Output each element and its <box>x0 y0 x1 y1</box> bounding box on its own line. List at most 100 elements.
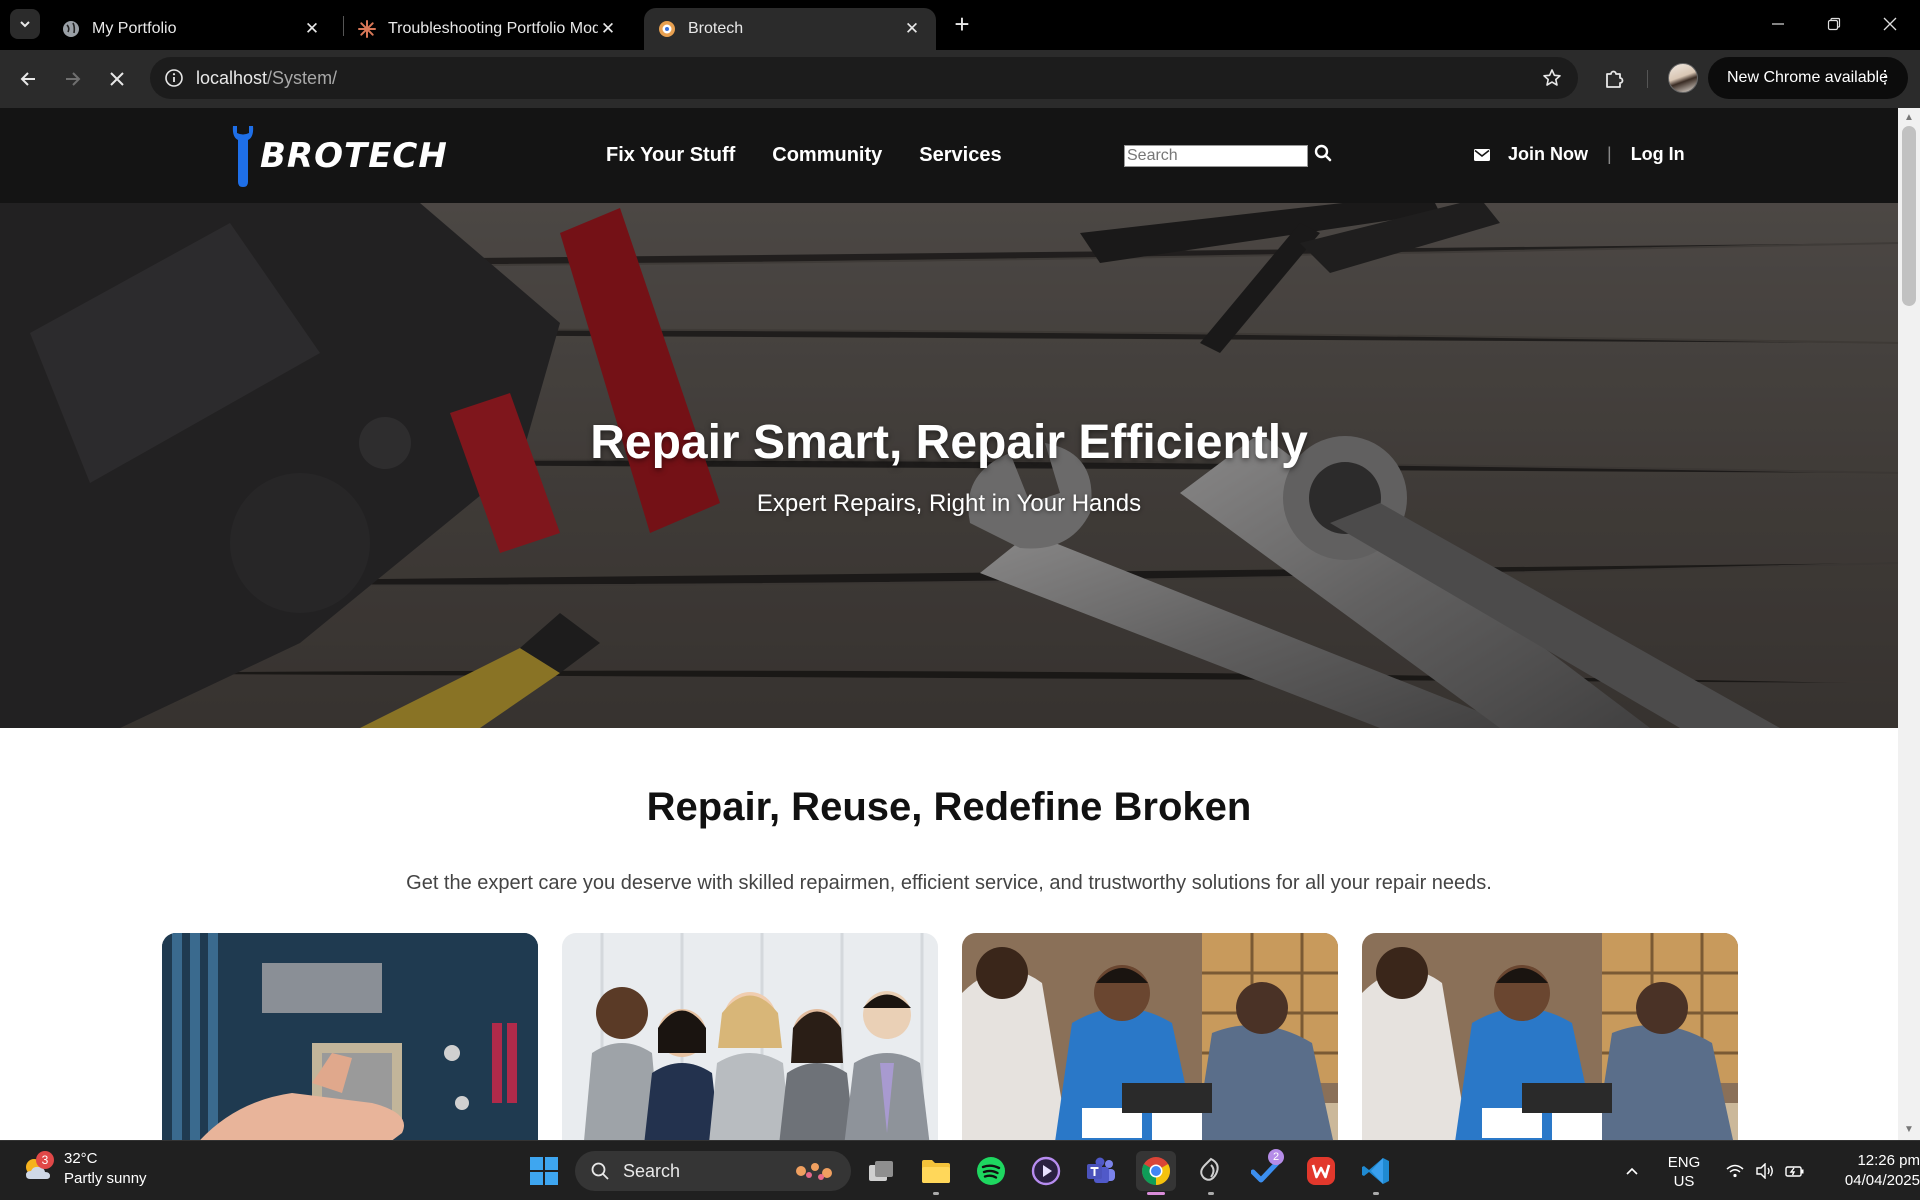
brotech-logo[interactable]: BROTECH <box>230 122 448 190</box>
back-button[interactable] <box>12 63 44 95</box>
forward-button[interactable] <box>57 63 89 95</box>
taskbar-search-label: Search <box>623 1160 681 1181</box>
wrench-logo-icon <box>232 126 254 187</box>
stop-loading-button[interactable] <box>101 63 133 95</box>
arrow-right-icon <box>66 72 81 86</box>
spotify-icon <box>977 1157 1005 1185</box>
task-view-button[interactable] <box>861 1151 901 1191</box>
file-explorer-button[interactable] <box>916 1151 956 1195</box>
more-vertical-icon: ⋮ <box>1876 67 1894 87</box>
technicians-workbench-photo <box>1362 933 1738 1140</box>
url-host: localhost <box>196 68 268 88</box>
minimize-button[interactable] <box>1756 6 1800 42</box>
weather-widget[interactable]: 3 32°C Partly sunny <box>22 1149 147 1189</box>
url-text: localhost/System/ <box>196 68 337 89</box>
join-now-link[interactable]: Join Now <box>1508 144 1588 165</box>
claude-sparkle-icon <box>358 20 376 38</box>
extensions-button[interactable] <box>1598 63 1630 95</box>
page-viewport: BROTECH Fix Your Stuff Community Service… <box>0 108 1920 1140</box>
hero-banner: Repair Smart, Repair Efficiently Expert … <box>0 203 1898 728</box>
taskbar-search[interactable]: Search <box>575 1151 851 1191</box>
minimize-icon <box>1772 23 1784 25</box>
restore-icon <box>1827 17 1841 31</box>
scroll-down-icon[interactable]: ▼ <box>1903 1124 1915 1136</box>
running-indicator <box>1373 1192 1379 1195</box>
card-technicians[interactable] <box>962 933 1338 1140</box>
vscode-icon <box>1362 1158 1389 1184</box>
search-icon[interactable] <box>1313 143 1333 163</box>
close-tab-icon[interactable]: ✕ <box>598 19 618 39</box>
windows-taskbar: 3 32°C Partly sunny Search 2 ENG US 12:2… <box>0 1140 1920 1200</box>
card-motherboard-repair[interactable] <box>162 933 538 1140</box>
show-hidden-icons-button[interactable] <box>1620 1161 1644 1181</box>
tab-title: Brotech <box>688 20 744 37</box>
site-search-input[interactable] <box>1124 145 1308 167</box>
browser-tab-strip: My Portfolio ✕ Troubleshooting Portfolio… <box>0 0 1920 50</box>
tab-search-button[interactable] <box>10 9 40 39</box>
card-team[interactable] <box>562 933 938 1140</box>
chevron-down-icon <box>20 21 30 28</box>
battery-icon[interactable] <box>1784 1161 1806 1181</box>
scrollbar-thumb[interactable] <box>1902 126 1916 306</box>
nav-fix-your-stuff[interactable]: Fix Your Stuff <box>606 144 735 167</box>
brotech-favicon-icon <box>658 20 676 38</box>
header-separator: | <box>1607 144 1612 164</box>
update-chrome-button[interactable]: New Chrome available ⋮ <box>1708 57 1908 99</box>
search-icon <box>591 1162 609 1180</box>
log-in-link[interactable]: Log In <box>1631 144 1685 165</box>
address-bar[interactable]: localhost/System/ <box>150 57 1578 99</box>
bookmark-star-icon[interactable] <box>1540 66 1564 90</box>
media-player-button[interactable] <box>1026 1151 1066 1191</box>
hero-title: Repair Smart, Repair Efficiently <box>590 416 1308 469</box>
play-icon <box>1031 1156 1061 1186</box>
intro-text: Get the expert care you deserve with ski… <box>406 872 1492 894</box>
chevron-up-icon <box>1626 1167 1638 1175</box>
clock-time: 12:26 pm <box>1857 1152 1920 1169</box>
wps-office-button[interactable] <box>1301 1151 1341 1191</box>
profile-avatar[interactable] <box>1668 63 1698 93</box>
close-icon <box>1883 17 1897 31</box>
new-tab-button[interactable]: + <box>948 9 976 39</box>
windows-logo-icon <box>530 1157 558 1185</box>
weather-condition: Partly sunny <box>64 1170 147 1187</box>
card-technicians-2[interactable] <box>1362 933 1738 1140</box>
business-team-photo <box>562 933 938 1140</box>
todo-button[interactable]: 2 <box>1246 1149 1286 1191</box>
partly-sunny-icon: 3 <box>22 1151 54 1185</box>
tab-my-portfolio[interactable]: My Portfolio ✕ <box>48 8 336 50</box>
update-label: New Chrome available <box>1727 69 1888 86</box>
url-path: /System/ <box>267 68 338 88</box>
chrome-button[interactable] <box>1136 1151 1176 1195</box>
nav-community[interactable]: Community <box>772 144 882 167</box>
wifi-icon[interactable] <box>1724 1161 1746 1181</box>
teams-button[interactable] <box>1081 1151 1121 1191</box>
volume-icon[interactable] <box>1754 1161 1776 1181</box>
active-indicator <box>1147 1192 1165 1195</box>
app-button[interactable] <box>1191 1151 1231 1195</box>
tab-troubleshooting[interactable]: Troubleshooting Portfolio Mod ✕ <box>344 8 632 50</box>
close-window-button[interactable] <box>1868 6 1912 42</box>
ai-app-icon <box>1200 1157 1219 1181</box>
tab-brotech[interactable]: Brotech ✕ <box>644 8 936 50</box>
close-tab-icon[interactable]: ✕ <box>902 19 922 39</box>
intro-title: Repair, Reuse, Redefine Broken <box>646 785 1252 829</box>
page-scrollbar[interactable]: ▲ ▼ <box>1898 108 1920 1140</box>
input-language-indicator[interactable]: ENG US <box>1662 1153 1706 1191</box>
scroll-up-icon[interactable]: ▲ <box>1903 112 1915 124</box>
restore-button[interactable] <box>1812 6 1856 42</box>
clock-date: 04/04/2025 <box>1844 1172 1920 1189</box>
hero-subtitle: Expert Repairs, Right in Your Hands <box>756 490 1142 517</box>
system-clock[interactable]: 12:26 pm 04/04/2025 <box>1816 1151 1920 1191</box>
vscode-button[interactable] <box>1356 1151 1396 1195</box>
main-nav: Fix Your Stuff Community Services <box>606 144 1039 167</box>
close-tab-icon[interactable]: ✕ <box>302 19 322 39</box>
running-indicator <box>1208 1192 1214 1195</box>
start-button[interactable] <box>524 1151 564 1191</box>
nav-services[interactable]: Services <box>919 144 1001 167</box>
weather-temp: 32°C <box>64 1150 98 1167</box>
spotify-button[interactable] <box>971 1151 1011 1191</box>
technicians-workbench-photo <box>962 933 1338 1140</box>
toolbar-divider <box>1647 70 1648 88</box>
site-info-icon[interactable] <box>162 66 186 90</box>
globe-icon <box>62 20 80 38</box>
